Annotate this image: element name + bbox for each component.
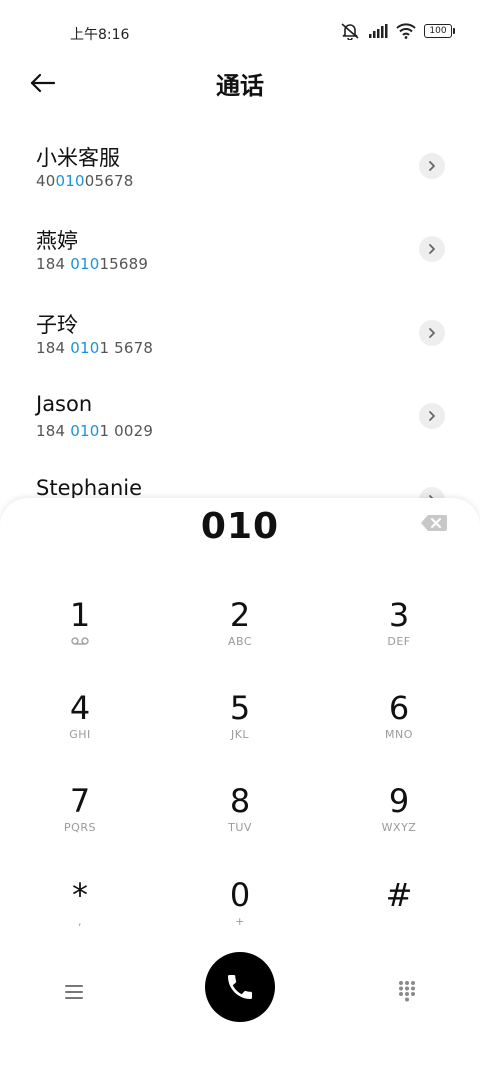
chevron-right-icon[interactable] — [419, 487, 445, 498]
key-letters: TUV — [228, 821, 252, 834]
key-letters: WXYZ — [381, 821, 417, 834]
key-digit: 0 — [229, 876, 251, 914]
contact-number: 184 01015689 — [36, 255, 149, 273]
page-title: 通话 — [216, 72, 264, 100]
key-digit: # — [385, 876, 413, 914]
key-1[interactable]: 1 — [20, 596, 140, 676]
contact-number: 4001005678 — [36, 172, 134, 190]
key-digit: 6 — [388, 689, 410, 727]
key-3[interactable]: 3 DEF — [339, 596, 459, 676]
key-digit: 3 — [388, 596, 410, 634]
menu-icon[interactable] — [63, 982, 85, 1002]
key-letters: ABC — [227, 635, 253, 648]
key-digit: 4 — [69, 689, 91, 727]
dialed-number: 010 — [200, 506, 280, 547]
key-6[interactable]: 6 MNO — [339, 689, 459, 769]
contact-name: Stephanie — [36, 476, 143, 498]
key-digit: 1 — [69, 596, 91, 634]
dialpad-panel: 010 1 2 ABC 3 DEF 4 GHI 5 JKL 6 MNO 7 PQ… — [0, 498, 480, 1066]
status-bar: 上午8:16 100 — [0, 0, 480, 64]
key-star[interactable]: * , — [20, 876, 140, 956]
key-2[interactable]: 2 ABC — [180, 596, 300, 676]
key-0[interactable]: 0 + — [180, 876, 300, 956]
battery-icon: 100 — [424, 24, 455, 38]
key-4[interactable]: 4 GHI — [20, 689, 140, 769]
key-digit: 2 — [229, 596, 251, 634]
status-time: 上午8:16 — [70, 27, 130, 43]
key-letters: , — [78, 915, 82, 928]
phone-icon — [228, 975, 252, 999]
chevron-right-icon[interactable] — [419, 153, 445, 179]
contact-item[interactable]: 子玲 184 0101 5678 — [0, 291, 480, 371]
key-digit: 8 — [229, 782, 251, 820]
backspace-icon[interactable] — [420, 513, 448, 533]
contact-item[interactable]: Stephanie — [0, 458, 480, 498]
contact-list: 小米客服 4001005678 燕婷 184 01015689 子玲 184 0… — [0, 124, 480, 498]
key-letters: + — [235, 915, 245, 928]
contact-name: 小米客服 — [36, 146, 120, 170]
status-icons: 100 — [340, 22, 455, 40]
key-hash[interactable]: # — [339, 876, 459, 956]
key-digit: 5 — [229, 689, 251, 727]
voicemail-icon — [71, 637, 89, 645]
contact-name: 子玲 — [36, 313, 78, 337]
key-7[interactable]: 7 PQRS — [20, 782, 140, 862]
contact-item[interactable]: Jason 184 0101 0029 — [0, 374, 480, 454]
key-letters: MNO — [385, 728, 413, 741]
key-letters: DEF — [387, 635, 411, 648]
dialpad-icon[interactable] — [396, 980, 418, 1002]
key-digit: 7 — [69, 782, 91, 820]
chevron-right-icon[interactable] — [419, 236, 445, 262]
call-button[interactable] — [205, 952, 275, 1022]
key-8[interactable]: 8 TUV — [180, 782, 300, 862]
key-letters: GHI — [69, 728, 91, 741]
key-digit: * — [72, 876, 88, 914]
key-digit: 9 — [388, 782, 410, 820]
key-letters: JKL — [230, 728, 250, 741]
signal-icon — [369, 24, 388, 38]
key-5[interactable]: 5 JKL — [180, 689, 300, 769]
contact-item[interactable]: 燕婷 184 01015689 — [0, 207, 480, 287]
key-letters: PQRS — [64, 821, 96, 834]
contact-name: 燕婷 — [36, 229, 78, 253]
mute-bell-icon — [341, 23, 359, 40]
header: 通话 — [0, 60, 480, 104]
contact-number: 184 0101 0029 — [36, 422, 154, 440]
key-9[interactable]: 9 WXYZ — [339, 782, 459, 862]
contact-name: Jason — [36, 392, 93, 416]
contact-item[interactable]: 小米客服 4001005678 — [0, 124, 480, 204]
chevron-right-icon[interactable] — [419, 403, 445, 429]
contact-number: 184 0101 5678 — [36, 339, 154, 357]
wifi-icon — [396, 23, 416, 39]
chevron-right-icon[interactable] — [419, 320, 445, 346]
